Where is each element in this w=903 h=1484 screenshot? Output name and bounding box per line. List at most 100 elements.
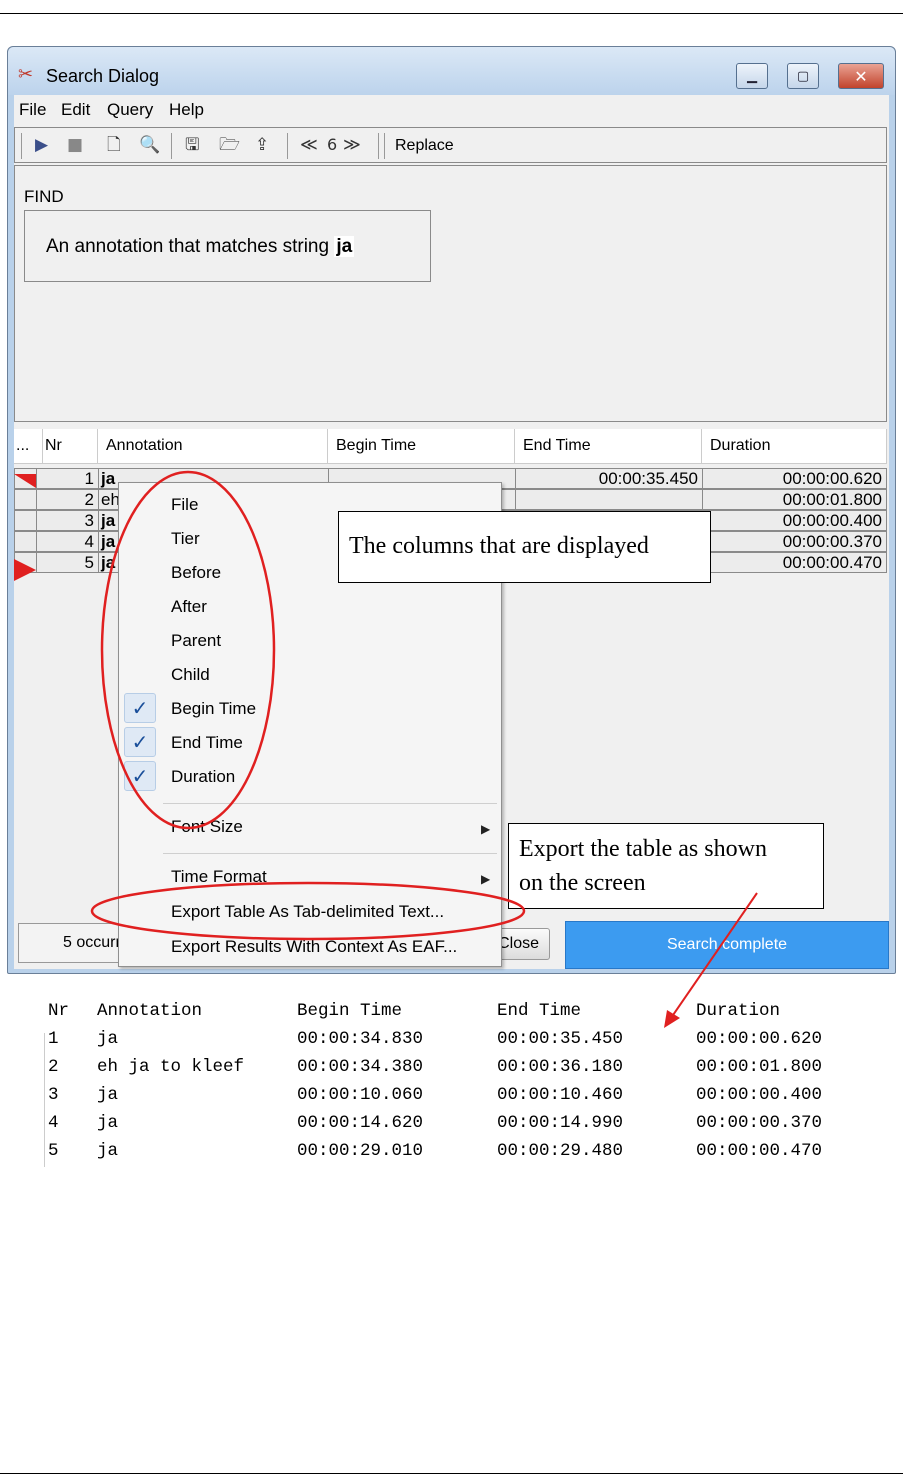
- menu-item-time-format[interactable]: Time Format: [171, 867, 267, 887]
- toolbar-separator: [384, 133, 385, 159]
- callout-columns-text: The columns that are displayed: [349, 533, 649, 559]
- close-icon: ✕: [854, 66, 868, 86]
- callout-export-line2: on the screen: [519, 870, 646, 896]
- menu-item-child[interactable]: Child: [171, 665, 210, 685]
- export-data-line: 3 ja 00:00:10.060 00:00:10.460 00:00:00.…: [44, 1085, 822, 1113]
- stop-icon[interactable]: ■: [67, 135, 83, 155]
- export-cell: ja: [97, 1029, 119, 1049]
- export-data-line: 1 ja 00:00:34.830 00:00:35.450 00:00:00.…: [44, 1029, 822, 1057]
- search-icon[interactable]: 🔍: [139, 135, 160, 155]
- export-header-cell: End Time: [497, 1001, 582, 1021]
- column-header-annotation[interactable]: Annotation: [98, 429, 328, 463]
- export-cell: 4: [48, 1113, 59, 1133]
- export-cell: eh ja to kleef: [97, 1057, 245, 1077]
- export-cell: 3: [48, 1085, 59, 1105]
- menu-file[interactable]: File: [19, 100, 46, 120]
- minimize-icon: ▁: [747, 68, 757, 84]
- menu-item-duration[interactable]: Duration: [171, 767, 235, 787]
- menu-item-export-results[interactable]: Export Results With Context As EAF...: [171, 937, 457, 957]
- row-duration: 00:00:00.370: [702, 531, 887, 552]
- export-cell: 00:00:10.460: [497, 1085, 624, 1105]
- export-cell: 00:00:29.010: [297, 1141, 424, 1161]
- page-number: 6: [327, 135, 338, 154]
- column-header-nr[interactable]: Nr: [43, 429, 98, 463]
- row-marker-icon: [14, 559, 36, 581]
- row-end-time: [515, 489, 703, 510]
- menu-help[interactable]: Help: [169, 100, 204, 120]
- previous-page-icon[interactable]: ≪: [300, 135, 318, 155]
- query-search-string: ja: [334, 236, 355, 257]
- menu-item-font-size[interactable]: Font Size: [171, 817, 243, 837]
- row-duration: 00:00:01.800: [702, 489, 887, 510]
- next-page-icon[interactable]: ≫: [343, 135, 361, 155]
- row-end-time: 00:00:35.450: [515, 468, 703, 489]
- row-number: 3: [36, 510, 99, 531]
- menu-item-tier[interactable]: Tier: [171, 529, 200, 549]
- column-header-begin-time[interactable]: Begin Time: [328, 429, 515, 463]
- submenu-arrow-icon: ▶: [481, 872, 491, 886]
- callout-export: Export the table as shown on the screen: [508, 823, 824, 909]
- table-header: ... Nr Annotation Begin Time End Time Du…: [14, 429, 887, 464]
- check-icon: ✓: [124, 761, 156, 791]
- export-cell: 2: [48, 1057, 59, 1077]
- menu-item-end-time[interactable]: End Time: [171, 733, 243, 753]
- row-duration: 00:00:00.400: [702, 510, 887, 531]
- bottom-rule: [0, 1473, 903, 1474]
- query-description: An annotation that matches string ja: [46, 236, 355, 258]
- open-icon[interactable]: 🗁: [219, 135, 240, 155]
- maximize-icon: ▢: [796, 68, 810, 84]
- menu-bar: File Edit Query Help: [14, 95, 889, 123]
- menu-edit[interactable]: Edit: [61, 100, 90, 120]
- menu-item-begin-time[interactable]: Begin Time: [171, 699, 256, 719]
- menu-separator: [163, 853, 497, 854]
- maximize-button[interactable]: ▢: [787, 63, 819, 89]
- replace-button[interactable]: Replace: [395, 137, 454, 155]
- row-marker-cell: [14, 531, 37, 552]
- export-cell: 00:00:29.480: [497, 1141, 624, 1161]
- save-icon[interactable]: 🖫: [185, 135, 199, 155]
- minimize-button[interactable]: ▁: [736, 63, 768, 89]
- top-rule: [0, 13, 903, 14]
- export-header-cell: Annotation: [97, 1001, 203, 1021]
- elan-icon: ✂: [18, 64, 34, 85]
- new-query-icon[interactable]: 🗋: [107, 135, 121, 155]
- query-constraint-box[interactable]: An annotation that matches string ja: [24, 210, 431, 282]
- toolbar-separator: [287, 133, 288, 159]
- close-window-button[interactable]: ✕: [838, 63, 884, 89]
- export-cell: 00:00:14.620: [297, 1113, 424, 1133]
- row-marker-icon: [14, 474, 36, 488]
- export-data-line: 2 eh ja to kleef 00:00:34.380 00:00:36.1…: [44, 1057, 822, 1085]
- column-header-end-time[interactable]: End Time: [515, 429, 702, 463]
- toolbar-separator: [378, 133, 379, 159]
- check-icon: ✓: [124, 727, 156, 757]
- menu-item-export-table[interactable]: Export Table As Tab-delimited Text...: [171, 902, 444, 922]
- play-icon[interactable]: ▶: [35, 135, 48, 155]
- export-cell: 00:00:00.620: [696, 1029, 823, 1049]
- column-header-more[interactable]: ...: [14, 429, 43, 463]
- export-cell: ja: [97, 1085, 119, 1105]
- callout-columns: The columns that are displayed: [338, 511, 711, 583]
- export-cell: 5: [48, 1141, 59, 1161]
- menu-item-parent[interactable]: Parent: [171, 631, 221, 651]
- menu-item-file[interactable]: File: [171, 495, 198, 515]
- check-icon: ✓: [124, 693, 156, 723]
- row-number: 1: [36, 468, 99, 489]
- export-cell: 00:00:35.450: [497, 1029, 624, 1049]
- callout-export-line1: Export the table as shown: [519, 836, 767, 862]
- menu-item-after[interactable]: After: [171, 597, 207, 617]
- row-duration: 00:00:00.620: [702, 468, 887, 489]
- search-progress-bar: Search complete: [565, 921, 889, 969]
- column-header-duration[interactable]: Duration: [702, 429, 887, 463]
- submenu-arrow-icon: ▶: [481, 822, 491, 836]
- export-cell: 00:00:14.990: [497, 1113, 624, 1133]
- menu-query[interactable]: Query: [107, 100, 153, 120]
- export-cell: 00:00:34.830: [297, 1029, 424, 1049]
- export-icon[interactable]: ⇪: [255, 135, 269, 155]
- export-header-line: Nr Annotation Begin Time End Time Durati…: [44, 1001, 780, 1029]
- window-title: Search Dialog: [46, 66, 160, 86]
- toolbar-separator: [171, 133, 172, 159]
- menu-item-before[interactable]: Before: [171, 563, 221, 583]
- export-cell: 1: [48, 1029, 59, 1049]
- occurrence-count: 5 occurrences: [18, 923, 124, 963]
- title-bar[interactable]: ✂ Search Dialog ▁ ▢ ✕: [8, 47, 895, 95]
